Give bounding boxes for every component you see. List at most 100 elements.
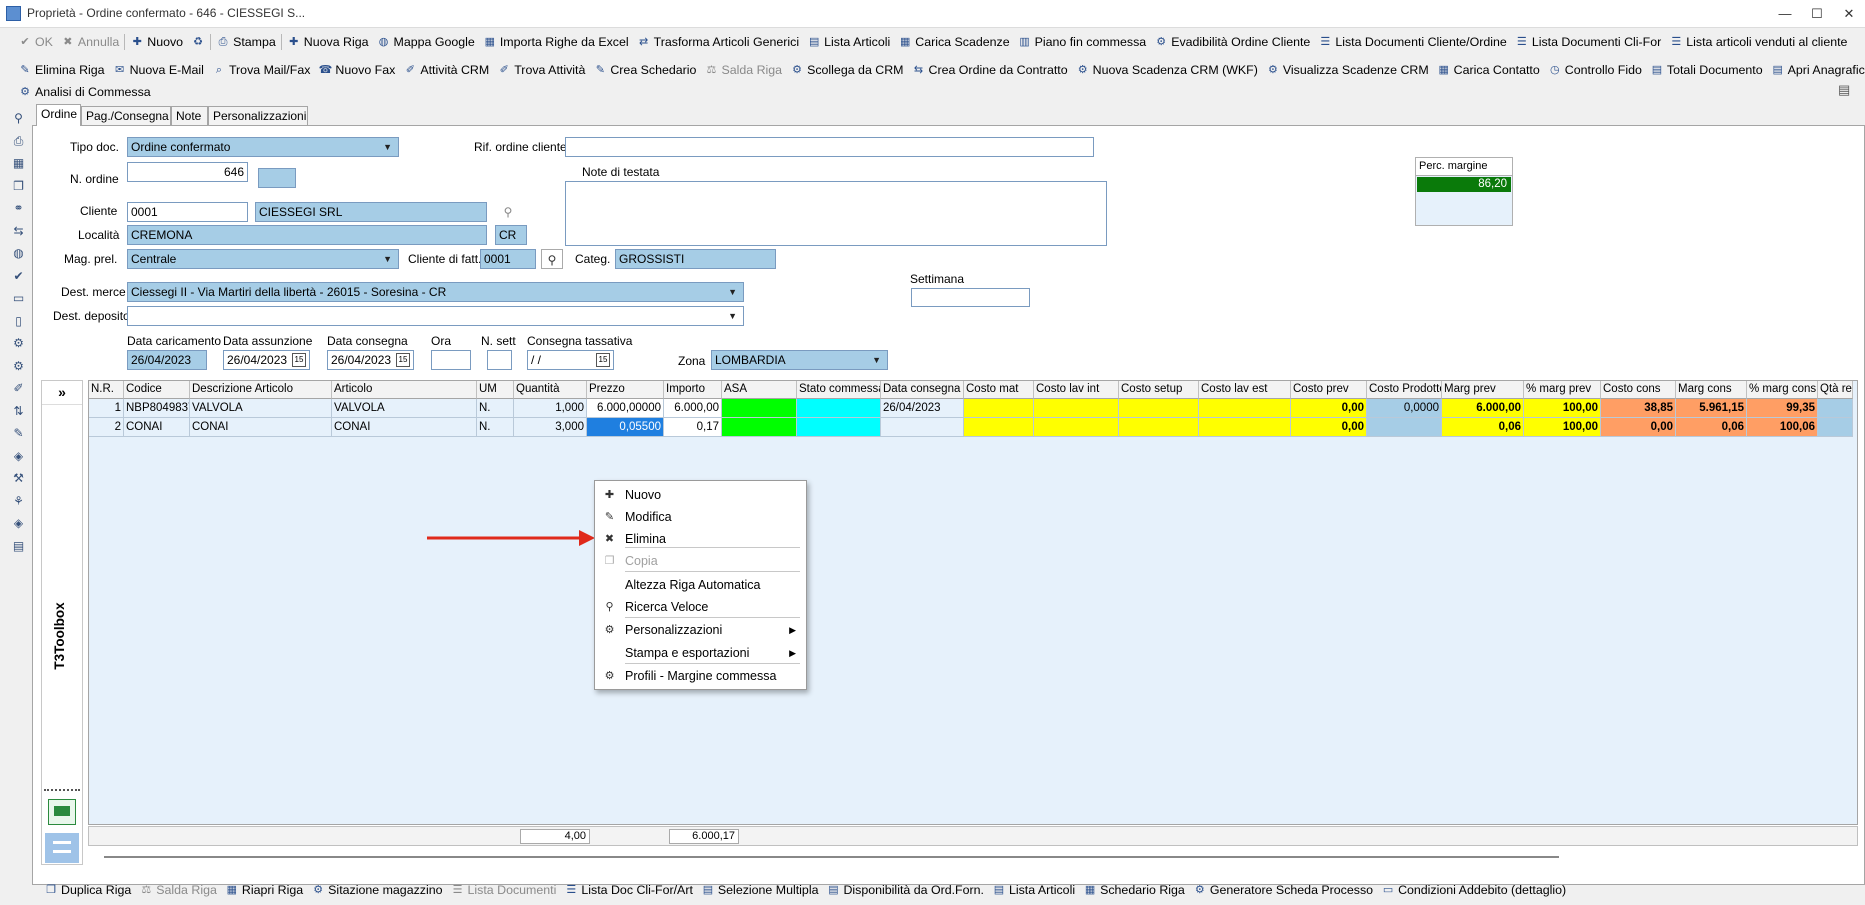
riapri-riga-button[interactable]: ▦ Riapri Riga [221,879,307,901]
lista-documenti-cliente-ordine-button[interactable]: ☰ Lista Documenti Cliente/Ordine [1314,31,1511,53]
toolbox-splitter[interactable] [44,789,80,792]
grid-cell-costo-mat[interactable] [964,399,1034,418]
trova-attivita-button[interactable]: ✐ Trova Attività [493,59,589,81]
label-icon[interactable]: ◈ [10,515,27,532]
crea-schedario-button[interactable]: ✎ Crea Schedario [589,59,700,81]
grid-cell-quantita[interactable]: 1,000 [514,399,587,418]
menu-item-stampa-e-esportazioni[interactable]: Stampa e esportazioni ▶ [595,642,806,664]
grid-cell-costo-prodotto[interactable]: 0,0000 [1367,399,1442,418]
tag-icon[interactable]: ◈ [10,448,27,465]
scollega-da-crm-button[interactable]: ⚙ Scollega da CRM [786,59,907,81]
nuova-riga-button[interactable]: ✚ Nuova Riga [283,31,373,53]
maximize-button[interactable]: ☐ [1806,3,1828,25]
attivita-crm-button[interactable]: ✐ Attività CRM [399,59,493,81]
n-ordine-input[interactable]: 646 [127,162,248,182]
grid-cell-codice[interactable]: NBP80498370 [124,399,190,418]
grid-cell-marg-prev[interactable]: 0,06 [1442,418,1524,437]
column-header-marg-prev[interactable]: Marg prev [1442,381,1524,399]
close-button[interactable]: ✕ [1838,3,1860,25]
swap-icon[interactable]: ⇅ [10,403,27,420]
lista-doc-cli-for-art-button[interactable]: ☰ Lista Doc Cli-For/Art [560,879,697,901]
grid-cell-importo[interactable]: 6.000,00 [664,399,722,418]
settings-icon[interactable]: ⚙ [10,358,27,375]
nuova-scadenza-crm-wkf-button[interactable]: ⚙ Nuova Scadenza CRM (WKF) [1072,59,1262,81]
grid-cell-costo-prodotto[interactable] [1367,418,1442,437]
menu-item-profili-margine-commessa[interactable]: ⚙ Profili - Margine commessa [595,665,806,687]
grid-cell-costo-lav-int[interactable] [1034,399,1119,418]
print-icon[interactable]: ⎙ [10,133,27,150]
grid-cell-articolo[interactable]: VALVOLA [332,399,477,418]
grid-cell-costo-cons[interactable]: 38,85 [1601,399,1676,418]
menu-item-copia[interactable]: ❐ Copia [595,550,806,572]
lista-documenti-cli-for-button[interactable]: ☰ Lista Documenti Cli-For [1511,31,1665,53]
elimina-riga-button[interactable]: ✎ Elimina Riga [14,59,109,81]
grid-cell-costo-setup[interactable] [1119,418,1199,437]
toolbox-note-icon[interactable] [48,799,76,825]
column-header-marg-prev[interactable]: % marg prev [1524,381,1601,399]
menu-item-altezza-riga-automatica[interactable]: Altezza Riga Automatica [595,574,806,596]
calendar-icon[interactable]: 15 [396,353,410,367]
grid-cell-costo-prev[interactable]: 0,00 [1291,418,1367,437]
mappa-google-button[interactable]: ◍ Mappa Google [373,31,479,53]
tab-personalizzazioni[interactable]: Personalizzazioni [208,106,308,126]
dest-merce-select[interactable]: Ciessegi II - Via Martiri della libertà … [127,282,744,302]
grid-cell-data-consegna[interactable] [881,418,964,437]
salda-riga-button[interactable]: ⚖ Salda Riga [135,879,221,901]
grid-cell-descrizione-articolo[interactable]: CONAI [190,418,332,437]
crea-ordine-da-contratto-button[interactable]: ⇆ Crea Ordine da Contratto [908,59,1072,81]
grid-cell-prezzo[interactable]: 0,05500 [587,418,664,437]
grid-cell-costo-lav-int[interactable] [1034,418,1119,437]
column-header-stato-commessa[interactable]: Stato commessa [797,381,881,399]
column-header-costo-setup[interactable]: Costo setup [1119,381,1199,399]
grid-cell-stato-commessa[interactable] [797,399,881,418]
zoom-icon[interactable]: ⚲ [10,110,27,127]
column-header-costo-cons[interactable]: Costo cons [1601,381,1676,399]
note-testata-textarea[interactable] [565,181,1107,246]
column-header-data-consegna[interactable]: Data consegna [881,381,964,399]
salda-riga-button[interactable]: ⚖ Salda Riga [700,59,786,81]
column-header-n-r[interactable]: N.R. [89,381,124,399]
grid-cell-marg-cons[interactable]: 99,35 [1747,399,1818,418]
grid-cell-articolo[interactable]: CONAI [332,418,477,437]
transfer-icon[interactable]: ⇆ [10,223,27,240]
data-assunzione-input[interactable]: 26/04/2023 15 [223,350,310,370]
tree-icon[interactable]: ⚘ [10,493,27,510]
ok-button[interactable]: ✔ OK [14,31,57,53]
grid-cell-costo-lav-est[interactable] [1199,399,1291,418]
copy-icon[interactable]: ❐ [10,178,27,195]
nuovo-button[interactable]: ✚ Nuovo [126,31,187,53]
grid-cell-n-r[interactable]: 2 [89,418,124,437]
column-header-marg-cons[interactable]: % marg cons [1747,381,1818,399]
calendar-icon[interactable]: 15 [596,353,610,367]
column-header-importo[interactable]: Importo [664,381,722,399]
piano-fin-commessa-button[interactable]: ▥ Piano fin commessa [1014,31,1151,53]
column-header-costo-prev[interactable]: Costo prev [1291,381,1367,399]
annulla-button[interactable]: ✖ Annulla [57,31,123,53]
tab-note[interactable]: Note [171,106,208,126]
minimize-button[interactable]: — [1774,3,1796,25]
grid-cell-prezzo[interactable]: 6.000,00000 [587,399,664,418]
grid-cell-costo-prev[interactable]: 0,00 [1291,399,1367,418]
search-client-icon[interactable]: ⚲ [498,202,518,222]
column-header-codice[interactable]: Codice [124,381,190,399]
column-header-articolo[interactable]: Articolo [332,381,477,399]
column-header-asa[interactable]: ASA [722,381,797,399]
small-grid-icon[interactable]: ▤ [10,538,27,555]
expand-toolbox-button[interactable]: » [42,381,82,405]
menu-item-nuovo[interactable]: ✚ Nuovo [595,484,806,506]
grid-cell-asa[interactable] [722,418,797,437]
ora-input[interactable] [431,350,471,370]
toolbox-list-icon[interactable] [45,833,79,863]
data-consegna-input[interactable]: 26/04/2023 15 [327,350,414,370]
apri-anagrafica-button[interactable]: ▤ Apri Anagrafica [1767,59,1865,81]
edit-icon[interactable]: ✎ [10,425,27,442]
grid-cell-marg-cons[interactable]: 0,06 [1676,418,1747,437]
analisi-di-commessa-button[interactable]: ⚙ Analisi di Commessa [14,81,155,103]
selezione-multipla-button[interactable]: ▤ Selezione Multipla [697,879,823,901]
grid-cell-marg-cons[interactable]: 100,06 [1747,418,1818,437]
menu-item-ricerca-veloce[interactable]: ⚲ Ricerca Veloce [595,596,806,618]
grid-cell-costo-lav-est[interactable] [1199,418,1291,437]
grid-cell-qta-res[interactable] [1818,418,1853,437]
toolbar-options-icon[interactable]: ▤ [1838,82,1850,98]
menu-item-modifica[interactable]: ✎ Modifica [595,506,806,528]
